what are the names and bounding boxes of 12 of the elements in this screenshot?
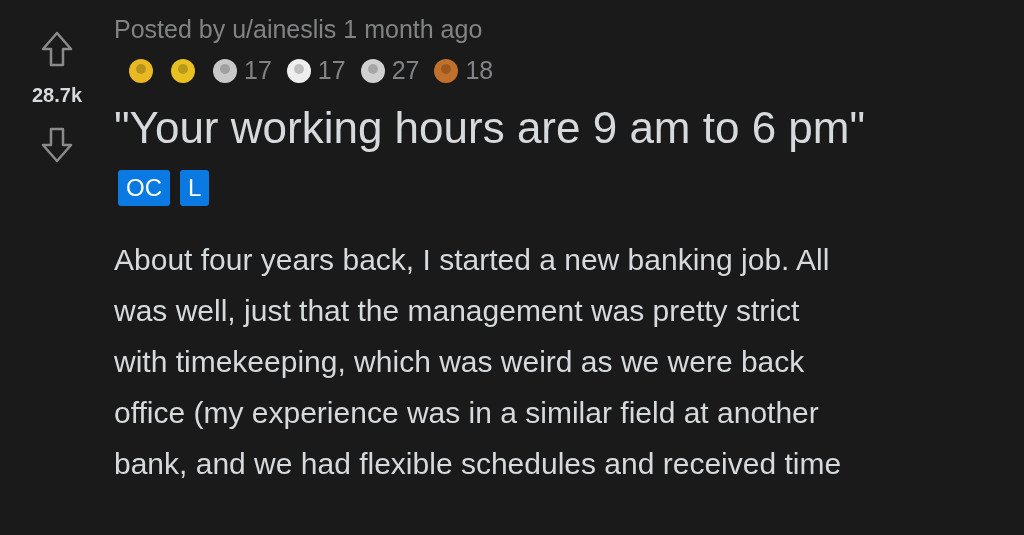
downvote-icon[interactable]: [40, 126, 74, 164]
upvote-icon[interactable]: [40, 30, 74, 68]
post-meta: Posted by u/aineslis 1 month ago: [114, 14, 484, 45]
flair-tag: L: [180, 169, 210, 206]
award-count: 17: [317, 55, 346, 86]
flair-tag: OC: [118, 169, 170, 206]
award-count: 17: [244, 55, 272, 86]
vote-score: 28.7k: [31, 83, 83, 108]
post-body: About four years back, I started a new banking job. All was well, just that the management was pretty strict with timekeeping, which was weird as we were back office (my experience was in a similar field at another bank, and we had flexible schedules and received time: [114, 241, 843, 482]
award-count: 18: [465, 55, 494, 86]
award-count: 27: [391, 55, 420, 86]
post-title: "Your working hours are 9 am to 6 pm": [114, 101, 866, 154]
